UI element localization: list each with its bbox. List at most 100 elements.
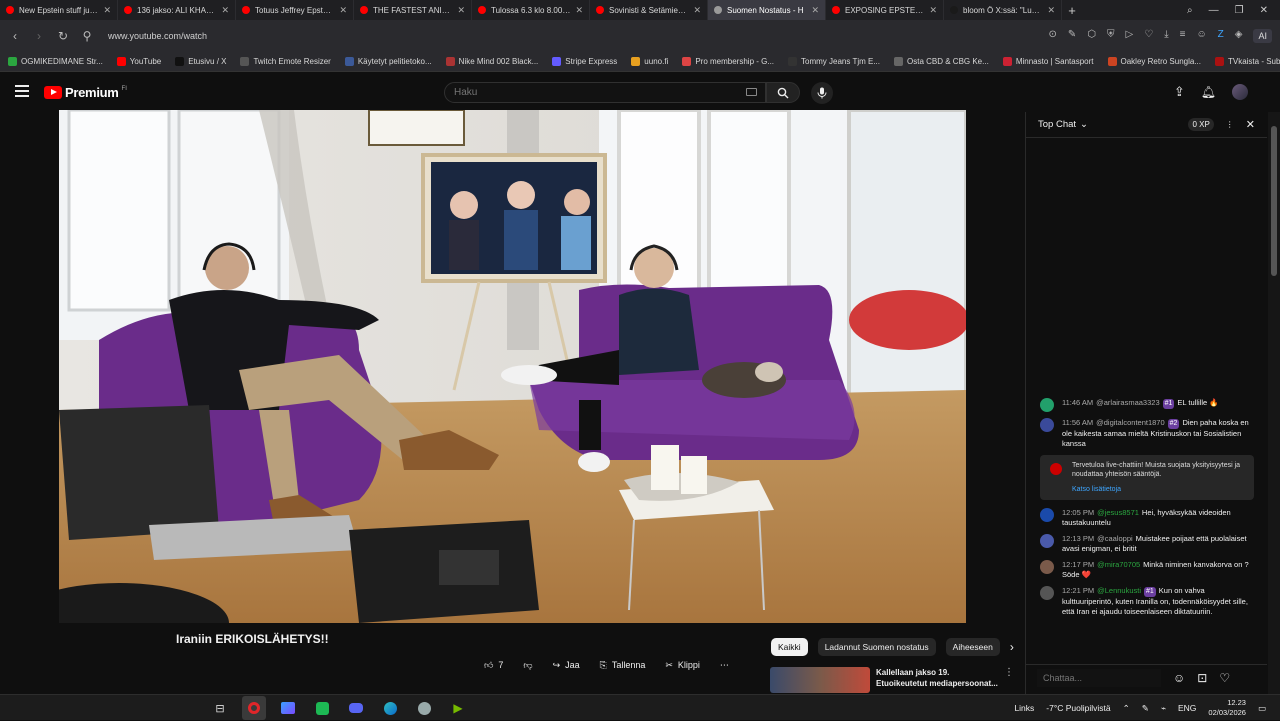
bookmark-item[interactable]: YouTube: [116, 57, 161, 66]
settings-app-icon[interactable]: [412, 696, 436, 720]
browser-tab[interactable]: Sovinisti & Setämies, jakso ✕: [590, 0, 708, 20]
new-tab-button[interactable]: +: [1062, 3, 1082, 18]
browser-tab[interactable]: Totuus Jeffrey Epsteinin K ✕: [236, 0, 354, 20]
task-view-icon[interactable]: ⊟: [208, 696, 232, 720]
close-window-button[interactable]: ✕: [1260, 5, 1268, 16]
cube-icon[interactable]: ◈: [1235, 29, 1243, 43]
ext-z-icon[interactable]: Z: [1218, 29, 1224, 43]
bookmark-item[interactable]: Käytetyt pelitietoko...: [344, 57, 432, 66]
dislike-button[interactable]: 👎︎: [517, 655, 538, 675]
heart-icon[interactable]: ♡: [1144, 29, 1153, 43]
download-icon[interactable]: ⤓: [1164, 29, 1168, 43]
chat-message[interactable]: 11:56 AM @digitalcontent1870 #2 Dien paha k…: [1026, 418, 1268, 449]
discord-icon[interactable]: [344, 696, 368, 720]
chat-message[interactable]: 12:05 PM @jesus8571 Hei, hyväksykää videoi…: [1026, 508, 1268, 528]
bookmark-item[interactable]: OGMIKEDIMANE Str...: [8, 57, 103, 66]
chip-related[interactable]: Aiheeseen: [945, 638, 1000, 656]
youtube-premium-logo[interactable]: Premium FI: [44, 85, 127, 100]
chat-author[interactable]: @arlairasmaa3323: [1096, 398, 1159, 407]
clip-button[interactable]: ✂ Klippi: [659, 655, 706, 675]
language-indicator[interactable]: ENG: [1178, 703, 1196, 713]
browser-tab[interactable]: Tulossa 6.3 klo 8.00 Aleksi ✕: [472, 0, 590, 20]
bookmark-item[interactable]: Twitch Emote Resizer: [240, 57, 331, 66]
voice-search-button[interactable]: [811, 82, 833, 104]
heart-reaction-icon[interactable]: ♡: [1219, 671, 1230, 685]
share-button[interactable]: ↪ Jaa: [547, 655, 586, 675]
links-toolbar[interactable]: Links: [1014, 703, 1034, 713]
forward-button[interactable]: ›: [32, 29, 46, 43]
back-button[interactable]: ‹: [8, 29, 22, 43]
chat-message[interactable]: 12:21 PM @Lennukusti #1 Kun on vahva kulttu…: [1026, 586, 1268, 617]
tab-close-icon[interactable]: ✕: [457, 5, 465, 16]
chat-avatar[interactable]: [1040, 560, 1054, 574]
reload-button[interactable]: ↻: [56, 29, 70, 43]
maximize-button[interactable]: ❐: [1235, 5, 1244, 16]
browser-tab[interactable]: 136 jakso: ALI KHAMENEI ✕: [118, 0, 236, 20]
super-chat-icon[interactable]: ⊡: [1197, 671, 1207, 685]
tab-close-icon[interactable]: ✕: [575, 5, 583, 16]
lens-icon[interactable]: ⊙: [1049, 29, 1057, 43]
chevron-right-icon[interactable]: ›: [1010, 640, 1014, 654]
upload-icon[interactable]: ⇪: [1174, 84, 1185, 100]
menu-icon[interactable]: ≡: [1180, 29, 1186, 43]
edit-icon[interactable]: ✎: [1068, 29, 1076, 43]
tab-close-icon[interactable]: ✕: [339, 5, 347, 16]
tab-close-icon[interactable]: ✕: [221, 5, 229, 16]
tab-close-icon[interactable]: ✕: [811, 5, 819, 16]
chat-avatar[interactable]: [1040, 398, 1054, 412]
chat-message[interactable]: 12:17 PM @mira70705 Minkä niminen kanvakor…: [1026, 560, 1268, 580]
bookmark-item[interactable]: Nike Mind 002 Black...: [445, 57, 538, 66]
like-button[interactable]: 👍︎ 7: [478, 655, 509, 675]
chat-avatar[interactable]: [1040, 418, 1054, 432]
chevron-down-icon[interactable]: ⌄: [1080, 119, 1088, 130]
chat-author[interactable]: @jesus8571: [1097, 508, 1139, 517]
edge-icon[interactable]: [378, 696, 402, 720]
chat-message[interactable]: 12:13 PM @caaloppi Muistakee poijaat että …: [1026, 534, 1268, 554]
bookmark-item[interactable]: Pro membership - G...: [682, 57, 774, 66]
chat-avatar[interactable]: [1040, 508, 1054, 522]
bookmark-item[interactable]: Osta CBD & CBG Ke...: [894, 57, 989, 66]
bookmark-item[interactable]: Etusivu / X: [175, 57, 226, 66]
bookmark-item[interactable]: uuno.fi: [631, 57, 668, 66]
chat-mode-dropdown[interactable]: Top Chat: [1038, 119, 1076, 130]
clock[interactable]: 12.23 02/03/2026: [1208, 698, 1246, 718]
search-button[interactable]: [766, 82, 800, 103]
ai-button[interactable]: AI: [1253, 29, 1272, 43]
minimize-button[interactable]: —: [1209, 5, 1219, 16]
weather-widget[interactable]: -7°C Puolipilvistä: [1046, 703, 1110, 713]
bookmark-item[interactable]: Tommy Jeans Tjm E...: [788, 57, 880, 66]
chat-author[interactable]: @digitalcontent1870: [1096, 418, 1165, 427]
chat-author[interactable]: @Lennukusti: [1097, 586, 1141, 595]
photos-icon[interactable]: [276, 696, 300, 720]
chat-avatar[interactable]: [1040, 534, 1054, 548]
video-player[interactable]: [59, 110, 966, 623]
url-field[interactable]: www.youtube.com/watch: [108, 31, 207, 41]
tray-chevron-icon[interactable]: ⌃: [1123, 703, 1130, 714]
notification-center-icon[interactable]: ▭: [1258, 703, 1266, 714]
kebab-menu-icon[interactable]: ⋮: [1004, 667, 1014, 695]
chip-all[interactable]: Kaikki: [771, 638, 808, 656]
tab-close-icon[interactable]: ✕: [929, 5, 937, 16]
xp-badge[interactable]: 0 XP: [1188, 118, 1214, 131]
tab-close-icon[interactable]: ✕: [103, 5, 111, 16]
browser-tab[interactable]: bloom Ö X:ssä: "Ludwig c ✕: [944, 0, 1062, 20]
learn-more-link[interactable]: Katso lisätietoja: [1072, 485, 1246, 494]
bookmark-item[interactable]: Stripe Express: [552, 57, 617, 66]
profile-icon[interactable]: ☺: [1196, 29, 1206, 43]
tab-close-icon[interactable]: ✕: [1047, 5, 1055, 16]
bookmark-item[interactable]: TVkaista - Sub Suara: [1214, 57, 1280, 66]
chat-input[interactable]: [1037, 668, 1161, 687]
notifications-bell-icon[interactable]: 🔔︎: [1201, 85, 1216, 99]
network-icon[interactable]: ⌁: [1161, 703, 1166, 714]
save-button[interactable]: ⎘ Tallenna: [594, 655, 652, 675]
emoji-icon[interactable]: ☺: [1173, 671, 1185, 685]
nvidia-icon[interactable]: ▶: [446, 696, 470, 720]
search-input[interactable]: [445, 83, 725, 102]
spotify-app-icon[interactable]: [310, 696, 334, 720]
chat-message[interactable]: 11:46 AM @arlairasmaa3323 #1 EL tullille 🔥: [1026, 398, 1268, 412]
chat-scrollbar[interactable]: [1268, 112, 1280, 694]
close-chat-icon[interactable]: ✕: [1246, 118, 1255, 131]
chat-avatar[interactable]: [1040, 586, 1054, 600]
chat-author[interactable]: @mira70705: [1097, 560, 1140, 569]
account-avatar[interactable]: [1232, 84, 1248, 100]
